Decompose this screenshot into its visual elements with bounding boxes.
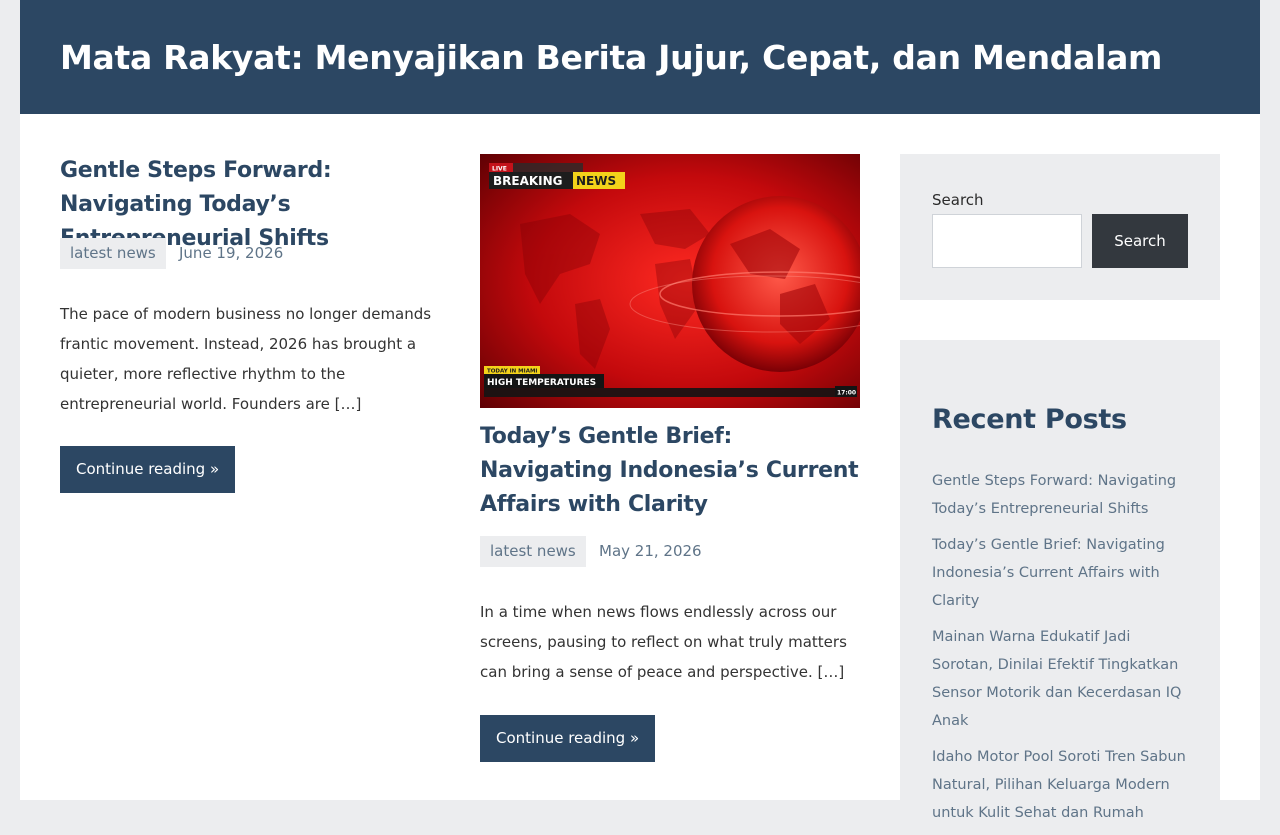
post-excerpt: The pace of modern business no longer de… (60, 305, 432, 413)
site-title[interactable]: Mata Rakyat: Menyajikan Berita Jujur, Ce… (60, 36, 1162, 80)
recent-post-link[interactable]: Mainan Warna Edukatif Jadi Sorotan, Dini… (932, 629, 1181, 729)
post-title-link[interactable]: Today’s Gentle Brief: Navigating Indones… (480, 420, 860, 522)
post-thumbnail[interactable]: LIVE BREAKING NEWS TODAY IN MIAMI HIGH T… (480, 154, 860, 408)
news-text: NEWS (576, 174, 616, 188)
live-tag-text: LIVE (492, 166, 507, 173)
site-header: Mata Rakyat: Menyajikan Berita Jujur, Ce… (20, 0, 1260, 114)
lower-third-text: HIGH TEMPERATURES (487, 378, 596, 388)
list-item: Idaho Motor Pool Soroti Tren Sabun Natur… (932, 743, 1194, 827)
post-date[interactable]: June 19, 2026 (179, 238, 283, 269)
widget-title: Recent Posts (932, 404, 1127, 435)
list-item: Mainan Warna Edukatif Jadi Sorotan, Dini… (932, 623, 1194, 735)
recent-posts-list: Gentle Steps Forward: Navigating Today’s… (932, 467, 1194, 835)
list-item: Gentle Steps Forward: Navigating Today’s… (932, 467, 1194, 523)
search-button[interactable]: Search (1092, 214, 1188, 268)
recent-posts-widget: Recent Posts Gentle Steps Forward: Navig… (900, 340, 1220, 821)
breaking-news-banner: BREAKING NEWS (489, 172, 625, 189)
continue-reading-button[interactable]: Continue reading » (480, 715, 656, 762)
breaking-text: BREAKING (493, 174, 563, 188)
list-item: Today’s Gentle Brief: Navigating Indones… (932, 531, 1194, 615)
category-badge[interactable]: latest news (60, 238, 166, 269)
recent-post-link[interactable]: Today’s Gentle Brief: Navigating Indones… (932, 537, 1165, 609)
page: Mata Rakyat: Menyajikan Berita Jujur, Ce… (20, 0, 1260, 821)
breaking-news-image: LIVE BREAKING NEWS TODAY IN MIAMI HIGH T… (480, 154, 860, 408)
today-tag-text: TODAY IN MIAMI (487, 369, 537, 375)
recent-post-link[interactable]: Gentle Steps Forward: Navigating Today’s… (932, 473, 1176, 517)
search-label: Search (932, 191, 984, 209)
category-badge[interactable]: latest news (480, 536, 586, 567)
recent-post-link[interactable]: Idaho Motor Pool Soroti Tren Sabun Natur… (932, 749, 1186, 821)
clock-text: 17:00 (837, 390, 856, 397)
search-widget: Search Search (900, 154, 1220, 300)
search-input[interactable] (932, 214, 1082, 268)
continue-reading-button[interactable]: Continue reading » (60, 446, 236, 493)
live-tag: LIVE (489, 163, 583, 173)
post-date[interactable]: May 21, 2026 (599, 536, 702, 567)
post-excerpt: In a time when news flows endlessly acro… (480, 603, 847, 681)
